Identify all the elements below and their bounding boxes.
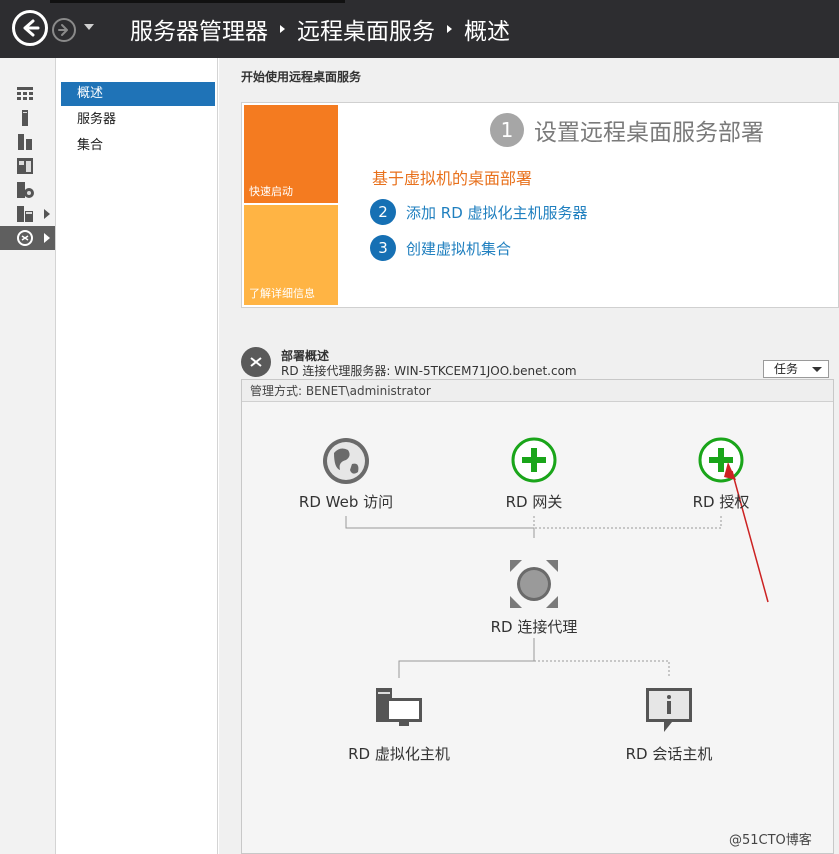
tasks-label: 任务: [774, 362, 799, 376]
breadcrumb-remote-desktop[interactable]: 远程桌面服务: [297, 12, 435, 46]
nav-item-overview[interactable]: 概述: [61, 82, 215, 106]
deployment-diagram-panel: 管理方式: BENET\administrator RD Web 访问 RD 网…: [241, 379, 834, 854]
add-virtualization-host-link[interactable]: 添加 RD 虚拟化主机服务器: [406, 202, 588, 223]
nav-pane: 概述 服务器 集合: [57, 58, 218, 854]
step-3-badge: 3: [370, 235, 396, 261]
sidebar-item-iis[interactable]: [0, 178, 55, 202]
rd-session-host-icon[interactable]: [646, 688, 692, 732]
rd-connection-broker-icon[interactable]: [510, 560, 558, 608]
step-1-badge: 1: [490, 113, 524, 147]
forward-arrow-icon: [58, 24, 68, 36]
breadcrumb-server-manager[interactable]: 服务器管理器: [130, 12, 268, 46]
sidebar-item-dashboard[interactable]: [0, 82, 55, 106]
breadcrumb-overview: 概述: [464, 19, 510, 45]
expand-arrow-icon[interactable]: [44, 233, 50, 243]
step-2-badge: 2: [370, 199, 396, 225]
node-label-connection-broker: RD 连接代理: [490, 618, 578, 636]
section-title: 开始使用远程桌面服务: [241, 70, 362, 84]
main-content: 开始使用远程桌面服务 快速启动 了解详细信息 1 设置远程桌面服务部署 基于虚拟…: [219, 58, 839, 854]
title-bar: 服务器管理器 远程桌面服务 概述: [0, 0, 839, 58]
tasks-dropdown[interactable]: 任务: [763, 360, 829, 378]
watermark: @51CTO博客: [729, 833, 812, 848]
tile-quick-start-label: 快速启动: [249, 185, 293, 198]
node-label-gateway: RD 网关: [505, 493, 563, 511]
connector-broker-session: [534, 660, 670, 678]
rd-web-access-icon[interactable]: [323, 438, 369, 484]
sidebar-item-all-servers[interactable]: [0, 130, 55, 154]
connector-licensing-broker: [534, 516, 722, 529]
node-label-virtualization-host: RD 虚拟化主机: [348, 745, 450, 763]
forward-button[interactable]: [52, 18, 76, 42]
add-rd-licensing-icon[interactable]: [698, 437, 744, 483]
create-vm-collection-link[interactable]: 创建虚拟机集合: [406, 238, 511, 259]
sidebar-item-file-services[interactable]: [0, 202, 55, 226]
deployment-overview-icon: [241, 347, 271, 377]
deployment-type-heading: 基于虚拟机的桌面部署: [372, 169, 533, 188]
connector-web-broker: [345, 516, 535, 538]
add-rd-gateway-icon[interactable]: [511, 437, 557, 483]
back-arrow-icon: [23, 19, 40, 37]
tile-learn-more[interactable]: 了解详细信息: [244, 205, 338, 305]
sidebar-item-local-server[interactable]: [0, 106, 55, 130]
node-label-session-host: RD 会话主机: [625, 745, 713, 763]
history-dropdown-icon[interactable]: [84, 24, 94, 30]
nav-item-collections[interactable]: 集合: [61, 134, 215, 158]
breadcrumb: 服务器管理器 远程桌面服务 概述: [130, 12, 510, 46]
sidebar-item-file-storage[interactable]: [0, 154, 55, 178]
connection-broker-server: RD 连接代理服务器: WIN-5TKCEM71JOO.benet.com: [281, 364, 577, 378]
icon-sidebar: [0, 58, 56, 854]
title-bar-accent: [50, 0, 345, 3]
chevron-down-icon: [812, 367, 822, 372]
tile-learn-more-label: 了解详细信息: [249, 287, 315, 300]
quick-start-panel: 快速启动 了解详细信息 1 设置远程桌面服务部署 基于虚拟机的桌面部署 2 添加…: [241, 102, 839, 308]
file-services-icon: [17, 206, 33, 222]
rd-virtualization-host-icon[interactable]: [376, 688, 422, 726]
iis-icon: [17, 182, 34, 198]
nav-item-servers[interactable]: 服务器: [61, 108, 215, 132]
breadcrumb-separator-icon: [280, 25, 285, 33]
annotation-arrow: [724, 462, 769, 603]
connector-broker-virtualization: [398, 638, 535, 678]
sidebar-item-remote-desktop[interactable]: [0, 226, 55, 250]
all-servers-icon: [18, 134, 32, 150]
step-1-title: 设置远程桌面服务部署: [534, 120, 764, 146]
breadcrumb-separator-icon: [447, 25, 452, 33]
node-label-licensing: RD 授权: [692, 493, 750, 511]
back-button[interactable]: [12, 10, 48, 46]
expand-arrow-icon[interactable]: [44, 209, 50, 219]
dashboard-icon: [17, 87, 33, 100]
remote-desktop-icon: [17, 230, 33, 246]
local-server-icon: [22, 110, 28, 126]
file-storage-icon: [17, 158, 33, 174]
tile-quick-start[interactable]: 快速启动: [244, 105, 338, 203]
node-label-web-access: RD Web 访问: [298, 493, 394, 511]
